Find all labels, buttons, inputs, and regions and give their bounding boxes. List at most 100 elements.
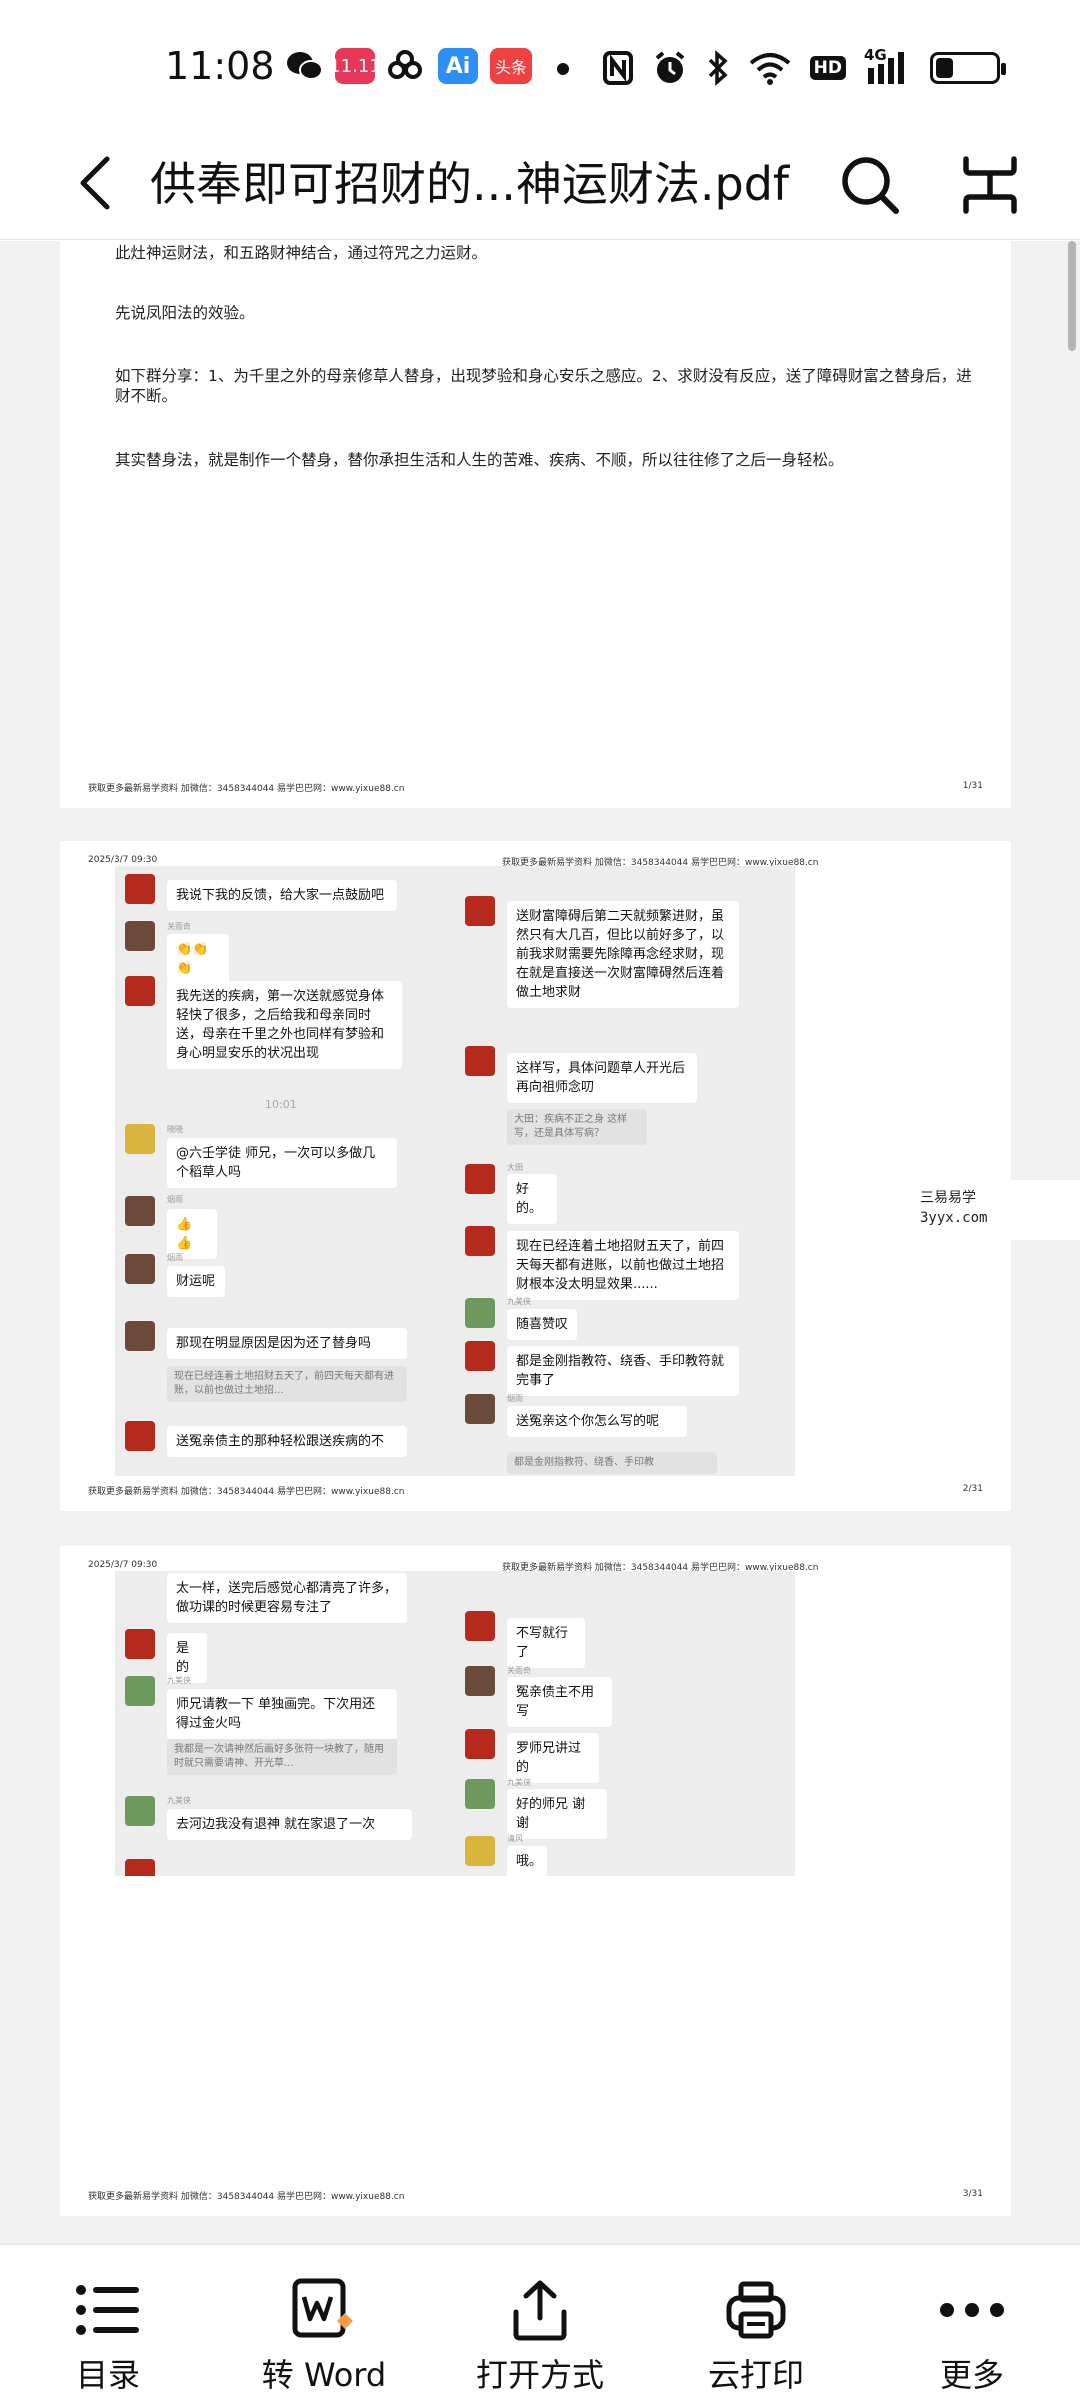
- avatar: [125, 921, 155, 951]
- chat-bubble: 财运呢: [167, 1266, 225, 1297]
- chat-bubble: 冤亲债主不用写: [507, 1677, 612, 1727]
- document-title: 供奉即可招财的...神运财法.pdf: [150, 157, 790, 211]
- pdf-viewer[interactable]: 此灶神运财法，和五路财神结合，通过符咒之力运财。 先说凤阳法的效验。 如下群分享…: [0, 241, 1080, 2244]
- avatar: [125, 1629, 155, 1659]
- chat-bubble: 哦。: [507, 1846, 547, 1876]
- cloud-print-button[interactable]: 云打印: [648, 2245, 864, 2401]
- avatar: [465, 1729, 495, 1759]
- chevron-left-icon: [80, 156, 110, 210]
- close-icon: [963, 156, 1017, 214]
- chat-quote: 我都是一次请神然后画好多张符一块教了，随用时就只需要请神、开光草...: [167, 1739, 397, 1775]
- avatar: [125, 874, 155, 904]
- pdf-page-2: 2025/3/7 09:30 获取更多最新易学资料 加微信：3458344044…: [60, 841, 1011, 1511]
- avatar: [465, 1666, 495, 1696]
- avatar: [465, 1394, 495, 1424]
- chat-bubble: 现在已经连着土地招财五天了，前四天每天都有进账，以前也做过土地招财根本没太明显效…: [507, 1231, 739, 1300]
- avatar: [125, 1254, 155, 1284]
- chat-bubble: 不写就行了: [507, 1618, 585, 1668]
- avatar: [125, 1859, 155, 1876]
- chat-name: 晓晓: [167, 1125, 183, 1134]
- avatar: [465, 1046, 495, 1076]
- avatar: [125, 1796, 155, 1826]
- cloud-print-label: 云打印: [707, 2356, 804, 2394]
- status-icons: HD 4G: [602, 46, 1006, 88]
- convert-word-label: 转 Word: [261, 2356, 387, 2394]
- open-with-label: 打开方式: [475, 2356, 604, 2394]
- hd-icon: HD: [809, 56, 846, 80]
- pdf-page-3: 2025/3/7 09:30 获取更多最新易学资料 加微信：3458344044…: [60, 1546, 1011, 2216]
- avatar: [465, 1611, 495, 1641]
- avatar: [465, 1164, 495, 1194]
- chat-screenshot-left: 我说下我的反馈，给大家一点鼓励吧 关雨奇 👏👏👏 我先送的疾病，第一次送就感觉身…: [115, 866, 455, 1476]
- chat-quote: 大田：疾病不正之身 这样写，还是具体写病？: [507, 1109, 647, 1145]
- scrollbar[interactable]: [1068, 241, 1076, 351]
- search-button[interactable]: [835, 150, 905, 220]
- page-number: 1/31: [962, 781, 983, 791]
- page-number: 3/31: [962, 2189, 983, 2199]
- chat-name: 九美侠: [507, 1778, 531, 1787]
- avatar: [465, 1341, 495, 1371]
- back-button[interactable]: [60, 148, 130, 218]
- chat-screenshot-right: 不写就行了 关雨奇 冤亲债主不用写 罗师兄讲过的 九美侠 好的师兄 谢谢 清风 …: [455, 1571, 795, 1876]
- toc-label: 目录: [75, 2356, 140, 2394]
- chat-bubble: 这样写，具体问题草人开光后再向祖师念叨: [507, 1053, 697, 1103]
- bottom-toolbar: 目录 转 Word 打开方式 云打印 更多: [0, 2244, 1080, 2400]
- chat-name: 大田: [507, 1163, 523, 1172]
- pdf-page-1: 此灶神运财法，和五路财神结合，通过符咒之力运财。 先说凤阳法的效验。 如下群分享…: [60, 241, 1011, 808]
- nfc-icon: [602, 50, 634, 86]
- chat-name: 九美侠: [507, 1297, 531, 1306]
- chat-bubble: 去河边我没有退神 就在家退了一次: [167, 1809, 412, 1840]
- app-1111-icon: 11.11: [329, 48, 381, 84]
- alarm-icon: [652, 50, 688, 86]
- avatar: [465, 1836, 495, 1866]
- chat-bubble: 太一样，送完后感觉心都清亮了许多，做功课的时候更容易专注了: [167, 1573, 407, 1623]
- page-footer: 获取更多最新易学资料 加微信：3458344044 易学巴巴网：www.yixu…: [88, 1487, 405, 1497]
- chat-name: 关雨奇: [167, 922, 191, 931]
- chat-name: 九美侠: [167, 1676, 191, 1685]
- chat-bubble: 好的师兄 谢谢: [507, 1789, 607, 1839]
- word-convert-icon: [216, 2275, 432, 2345]
- notification-dot-icon: [557, 63, 569, 75]
- status-bar: 11:08 11.11 Ai 头条 HD 4G: [0, 0, 1080, 130]
- chat-screenshot-right: 送财富障碍后第二天就频繁进财，虽然只有大几百，但比以前好多了，以前我求财需要先除…: [455, 866, 795, 1476]
- avatar: [465, 1298, 495, 1328]
- chat-name: 烟雨: [507, 1394, 523, 1403]
- close-button[interactable]: [955, 150, 1025, 220]
- chat-name: 烟雨: [167, 1253, 183, 1262]
- battery-icon: [930, 52, 1006, 84]
- page-text-line: 如下群分享：1、为千里之外的母亲修草人替身，出现梦验和身心安乐之感应。2、求财没…: [115, 367, 972, 405]
- chat-bubble: 那现在明显原因是因为还了替身吗: [167, 1328, 407, 1359]
- toc-button[interactable]: 目录: [0, 2245, 216, 2401]
- avatar: [465, 1779, 495, 1809]
- status-time: 11:08: [165, 44, 275, 88]
- convert-word-button[interactable]: 转 Word: [216, 2245, 432, 2401]
- page-number: 2/31: [962, 1484, 983, 1494]
- chat-bubble: 👏👏👏: [167, 934, 229, 984]
- avatar: [125, 1421, 155, 1451]
- avatar: [465, 896, 495, 926]
- avatar: [125, 976, 155, 1006]
- more-label: 更多: [939, 2356, 1004, 2394]
- page-date: 2025/3/7 09:30: [88, 1560, 158, 1570]
- open-with-button[interactable]: 打开方式: [432, 2245, 648, 2401]
- search-icon: [842, 157, 899, 214]
- chat-quote: 现在已经连着土地招财五天了，前四天每天都有进账，以前也做过土地招...: [167, 1366, 407, 1402]
- list-icon: [0, 2275, 216, 2345]
- chat-bubble: 好的。: [507, 1174, 557, 1224]
- more-button[interactable]: 更多: [864, 2245, 1080, 2401]
- page-text-line: 先说凤阳法的效验。: [115, 304, 255, 322]
- wifi-icon: [748, 50, 792, 86]
- chat-quote: 都是金刚指教符、绕香、手印教: [507, 1452, 717, 1474]
- watermark-line: 3yyx.com: [920, 1210, 988, 1226]
- watermark-line: 三易易学: [920, 1190, 976, 1206]
- chat-bubble: 随喜赞叹: [507, 1309, 577, 1340]
- more-icon: [864, 2275, 1080, 2345]
- share-icon: [432, 2275, 648, 2345]
- avatar: [465, 1226, 495, 1256]
- chat-bubble: @六壬学徒 师兄，一次可以多做几个稻草人吗: [167, 1138, 397, 1188]
- avatar: [125, 1124, 155, 1154]
- page-footer: 获取更多最新易学资料 加微信：3458344044 易学巴巴网：www.yixu…: [88, 2192, 405, 2202]
- page-text-line: 此灶神运财法，和五路财神结合，通过符咒之力运财。: [115, 244, 488, 262]
- chat-bubble: 我说下我的反馈，给大家一点鼓励吧: [167, 880, 397, 911]
- avatar: [125, 1321, 155, 1351]
